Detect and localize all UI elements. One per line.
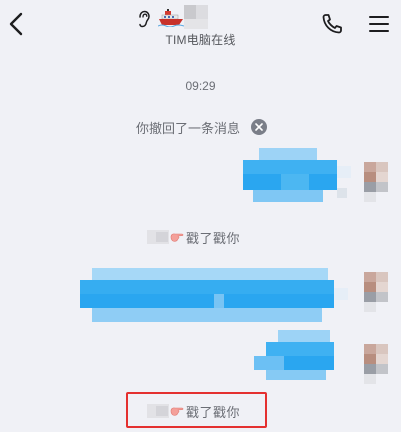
message-bubble-mosaic[interactable]	[233, 148, 353, 206]
poke-sender-mosaic	[147, 230, 169, 244]
phone-icon[interactable]	[320, 12, 344, 36]
recall-notice: 你撤回了一条消息	[0, 118, 401, 136]
finger-icon	[170, 233, 184, 242]
highlight-box	[126, 392, 267, 428]
avatar[interactable]	[364, 272, 388, 312]
chat-header: TIM电脑在线	[0, 0, 401, 52]
avatar[interactable]	[364, 344, 388, 384]
message-bubble-mosaic[interactable]	[80, 268, 352, 326]
poke-notice: 戳了戳你	[147, 227, 240, 247]
poke-notice-text: 戳了戳你	[186, 230, 241, 246]
message-timestamp: 09:29	[185, 79, 216, 93]
recall-notice-text: 你撤回了一条消息	[135, 120, 240, 136]
avatar[interactable]	[364, 162, 388, 202]
chat-screen: TIM电脑在线 09:29 你撤回了一条消息 戳了戳你 戳了戳你	[0, 0, 401, 432]
contact-name-mosaic	[184, 5, 208, 31]
ear-icon[interactable]	[137, 10, 151, 28]
message-bubble-mosaic[interactable]	[254, 330, 350, 382]
menu-icon[interactable]	[368, 13, 390, 35]
boat-icon	[158, 9, 184, 27]
close-icon[interactable]	[251, 119, 267, 135]
